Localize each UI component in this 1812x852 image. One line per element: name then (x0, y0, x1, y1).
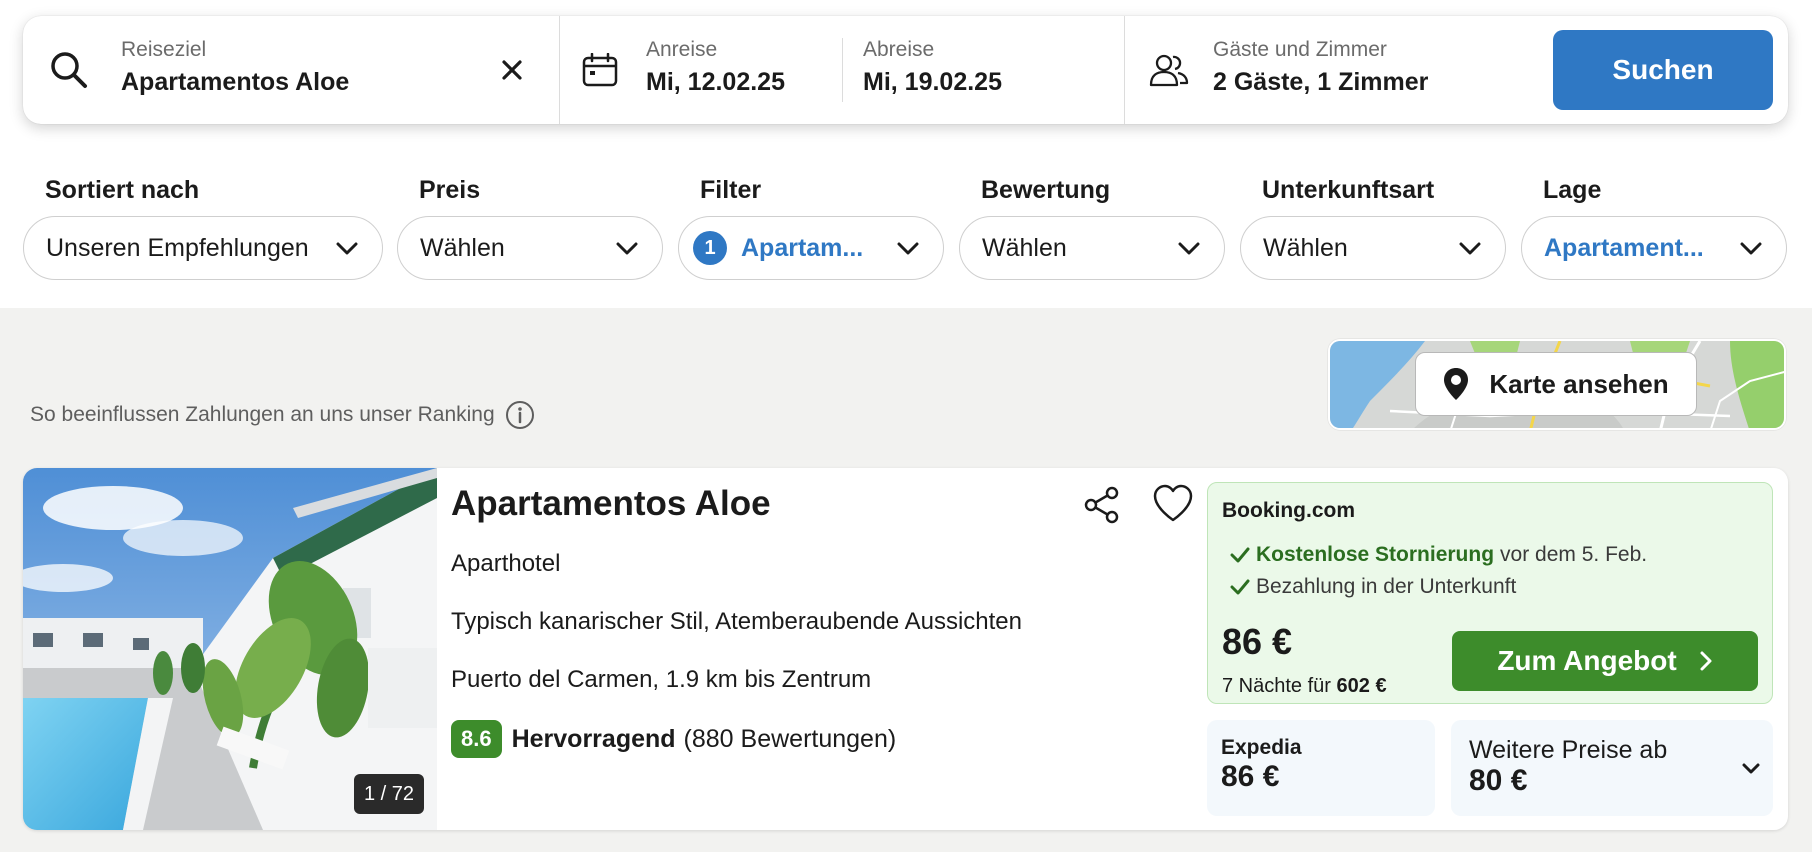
more-prices-price: 80 € (1469, 764, 1528, 797)
more-prices-label: Weitere Preise ab (1469, 736, 1668, 764)
perk-text: Bezahlung in der Unterkunft (1256, 575, 1517, 598)
more-prices[interactable]: Weitere Preise ab 80 € (1451, 720, 1773, 816)
rating-value: Wählen (982, 233, 1067, 262)
calendar-icon (582, 53, 618, 87)
search-bar: Reiseziel Apartamentos Aloe Anreise Mi, … (23, 16, 1788, 124)
price-dropdown[interactable]: Wählen (397, 216, 663, 280)
offer-provider: Booking.com (1222, 499, 1356, 522)
chevron-down-icon (336, 242, 358, 255)
offer-price: 86 € (1221, 760, 1280, 793)
checkin-value: Mi, 12.02.25 (646, 68, 785, 96)
location-value: Apartament... (1544, 233, 1704, 262)
sort-value: Unseren Empfehlungen (46, 233, 309, 262)
rating-word: Hervorragend (511, 724, 676, 753)
chevron-down-icon (1459, 242, 1481, 255)
destination-value[interactable]: Apartamentos Aloe (121, 68, 349, 97)
perk-rest-text: vor dem 5. Feb. (1500, 543, 1648, 566)
offer-provider: Expedia (1221, 736, 1302, 759)
filter-value: Apartam... (741, 233, 864, 262)
filter-dropdown[interactable]: 1 Apartam... (678, 216, 944, 280)
destination-label: Reiseziel (121, 38, 207, 61)
sort-dropdown[interactable]: Unseren Empfehlungen (23, 216, 383, 280)
offer-secondary[interactable]: Expedia 86 € (1207, 720, 1435, 816)
view-deal-label: Zum Angebot (1497, 645, 1677, 676)
filter-title: Bewertung (981, 176, 1111, 204)
offer-price: 86 € (1222, 621, 1293, 662)
view-deal-button[interactable]: Zum Angebot (1452, 631, 1758, 691)
checkout-value: Mi, 19.02.25 (863, 68, 1002, 96)
hotel-location: Puerto del Carmen, 1.9 km bis Zentrum (451, 666, 872, 693)
chevron-down-icon (616, 242, 638, 255)
filter-title: Unterkunftsart (1262, 176, 1435, 204)
perk-pay-at-property: Bezahlung in der Unterkunft (1230, 575, 1516, 599)
heart-icon[interactable] (1151, 482, 1195, 526)
hotel-highlights: Typisch kanarischer Stil, Atemberaubende… (451, 608, 1022, 635)
property-type-dropdown[interactable]: Wählen (1240, 216, 1506, 280)
filter-rating: Bewertung (981, 176, 1110, 210)
filter-title: Filter (700, 176, 762, 204)
guests-field[interactable]: Gäste und Zimmer 2 Gäste, 1 Zimmer (1125, 16, 1545, 124)
ranking-info-text: So beeinflussen Zahlungen an uns unser R… (30, 403, 495, 426)
destination-field[interactable]: Reiseziel Apartamentos Aloe (23, 16, 559, 124)
filter-count-badge: 1 (693, 231, 727, 265)
location-dropdown[interactable]: Apartament... (1521, 216, 1787, 280)
offer-main[interactable]: Booking.com Kostenlose Stornierung vor d… (1207, 482, 1773, 704)
filter-title: Sortiert nach (45, 176, 200, 204)
rating-row[interactable]: 8.6 Hervorragend (880 Bewertungen) (451, 720, 896, 758)
filter-location: Lage (1543, 176, 1601, 210)
checkout-field[interactable]: Abreise Mi, 19.02.25 (843, 16, 1123, 124)
hotel-name[interactable]: Apartamentos Aloe (451, 484, 771, 524)
check-icon (1230, 579, 1250, 595)
search-button[interactable]: Suchen (1553, 30, 1773, 110)
filter-title: Preis (419, 176, 481, 204)
property-type-value: Wählen (1263, 233, 1348, 262)
filter-filter: Filter (700, 176, 761, 210)
filter-property-type: Unterkunftsart (1262, 176, 1434, 210)
price-value: Wählen (420, 233, 505, 262)
search-icon (51, 52, 87, 88)
rating-score: 8.6 (451, 720, 502, 758)
rating-count: (880 Bewertungen) (683, 724, 897, 753)
users-icon (1149, 54, 1189, 87)
chevron-down-icon (1740, 242, 1762, 255)
checkout-label: Abreise (863, 38, 935, 61)
hotel-photo[interactable]: 1 / 72 (23, 468, 437, 830)
perk-strong-text: Kostenlose Stornierung (1256, 543, 1495, 566)
chevron-down-icon (1742, 763, 1760, 774)
perk-free-cancellation: Kostenlose Stornierung vor dem 5. Feb. (1230, 543, 1647, 567)
photo-counter: 1 / 72 (354, 774, 424, 814)
map-pin-icon (1444, 368, 1469, 400)
rating-dropdown[interactable]: Wählen (959, 216, 1225, 280)
checkin-field[interactable]: Anreise Mi, 12.02.25 (560, 16, 840, 124)
checkin-label: Anreise (646, 38, 718, 61)
ranking-info[interactable]: So beeinflussen Zahlungen an uns unser R… (30, 400, 535, 430)
hotel-type: Aparthotel (451, 550, 561, 577)
check-icon (1230, 547, 1250, 563)
offer-total: 7 Nächte für 602 € (1222, 675, 1387, 698)
nights-text: 7 Nächte für (1222, 675, 1331, 697)
chevron-down-icon (1178, 242, 1200, 255)
guests-value: 2 Gäste, 1 Zimmer (1213, 68, 1429, 96)
hotel-card: 1 / 72 Apartamentos Aloe Aparthotel Typi… (23, 468, 1788, 830)
view-map-button[interactable]: Karte ansehen (1415, 352, 1697, 416)
info-icon[interactable] (505, 400, 535, 430)
chevron-right-icon (1700, 651, 1712, 671)
view-map-label: Karte ansehen (1489, 368, 1669, 399)
close-icon (502, 60, 522, 80)
filter-title: Lage (1543, 176, 1602, 204)
filter-sort: Sortiert nach (45, 176, 199, 210)
chevron-down-icon (897, 242, 919, 255)
clear-destination-button[interactable] (496, 54, 528, 86)
filter-price: Preis (419, 176, 480, 210)
guests-label: Gäste und Zimmer (1213, 38, 1387, 61)
total-price: 602 € (1336, 675, 1387, 697)
share-icon[interactable] (1081, 484, 1123, 526)
